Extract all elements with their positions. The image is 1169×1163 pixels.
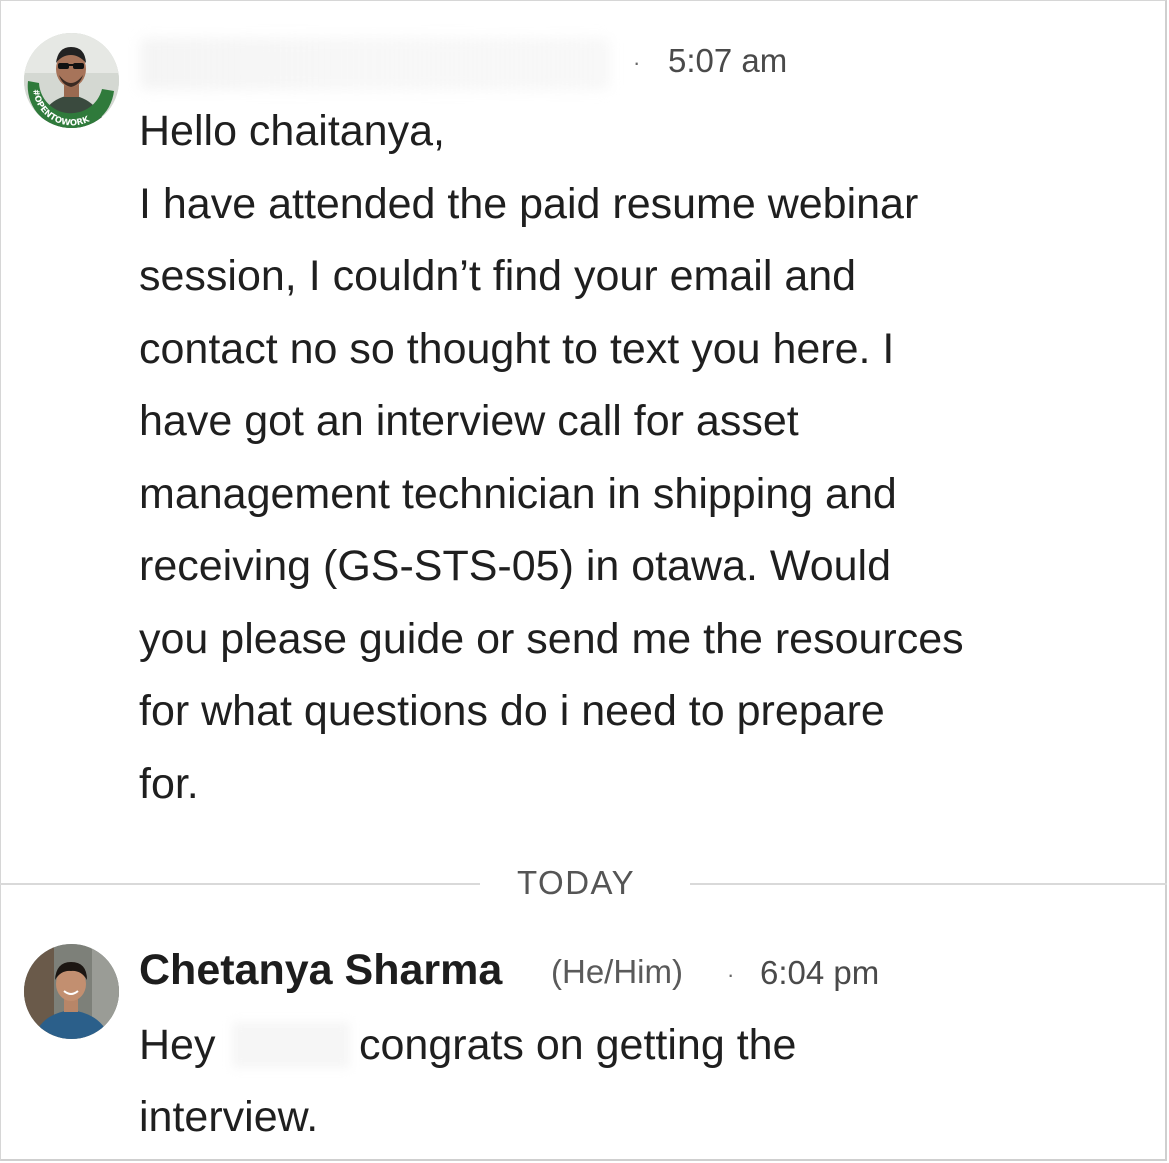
meta-separator: · xyxy=(727,962,735,987)
message-line: for what questions do i need to prepare xyxy=(139,687,885,735)
sender-avatar[interactable] xyxy=(24,944,119,1039)
date-divider-label: TODAY xyxy=(517,864,636,901)
message-line: Hey xyxy=(139,1021,216,1069)
message-line: for. xyxy=(139,759,199,808)
opentowork-badge-text: #OPENTOWORK xyxy=(30,88,91,128)
message-line: session, I couldn’t find your email and xyxy=(139,252,857,300)
meta-separator: · xyxy=(633,50,641,75)
message-line: interview. xyxy=(139,1093,319,1141)
sender-name-link[interactable]: Chetanya Sharma xyxy=(139,946,502,995)
svg-text:#OPENTOWORK: #OPENTOWORK xyxy=(30,88,91,128)
message-line: management technician in shipping and xyxy=(139,469,897,518)
message-timestamp: 6:04 pm xyxy=(760,954,880,991)
opentowork-badge-icon: #OPENTOWORK xyxy=(27,81,114,128)
message-line: congrats on getting the xyxy=(359,1021,797,1069)
message-line: have got an interview call for asset xyxy=(139,397,799,445)
message-line: receiving (GS-STS-05) in otawa. Would xyxy=(139,542,891,590)
redacted-recipient-name xyxy=(232,1022,350,1068)
message-line: contact no so thought to text you here. … xyxy=(139,324,895,373)
sender-pronouns: (He/Him) xyxy=(551,953,683,990)
profile-photo-icon xyxy=(24,944,119,1039)
date-divider-left xyxy=(0,883,480,885)
message-line: Hello chaitanya, xyxy=(139,107,445,155)
date-divider-right xyxy=(690,883,1167,885)
message-timestamp: 5:07 am xyxy=(668,42,788,79)
message-line: I have attended the paid resume webinar xyxy=(139,179,919,228)
redacted-sender-name xyxy=(140,38,610,90)
sender-avatar-opentowork[interactable]: #OPENTOWORK xyxy=(24,33,119,128)
message-body: Hello chaitanya, I have attended the pai… xyxy=(139,95,964,820)
message-line: you please guide or send me the resource… xyxy=(139,614,964,663)
